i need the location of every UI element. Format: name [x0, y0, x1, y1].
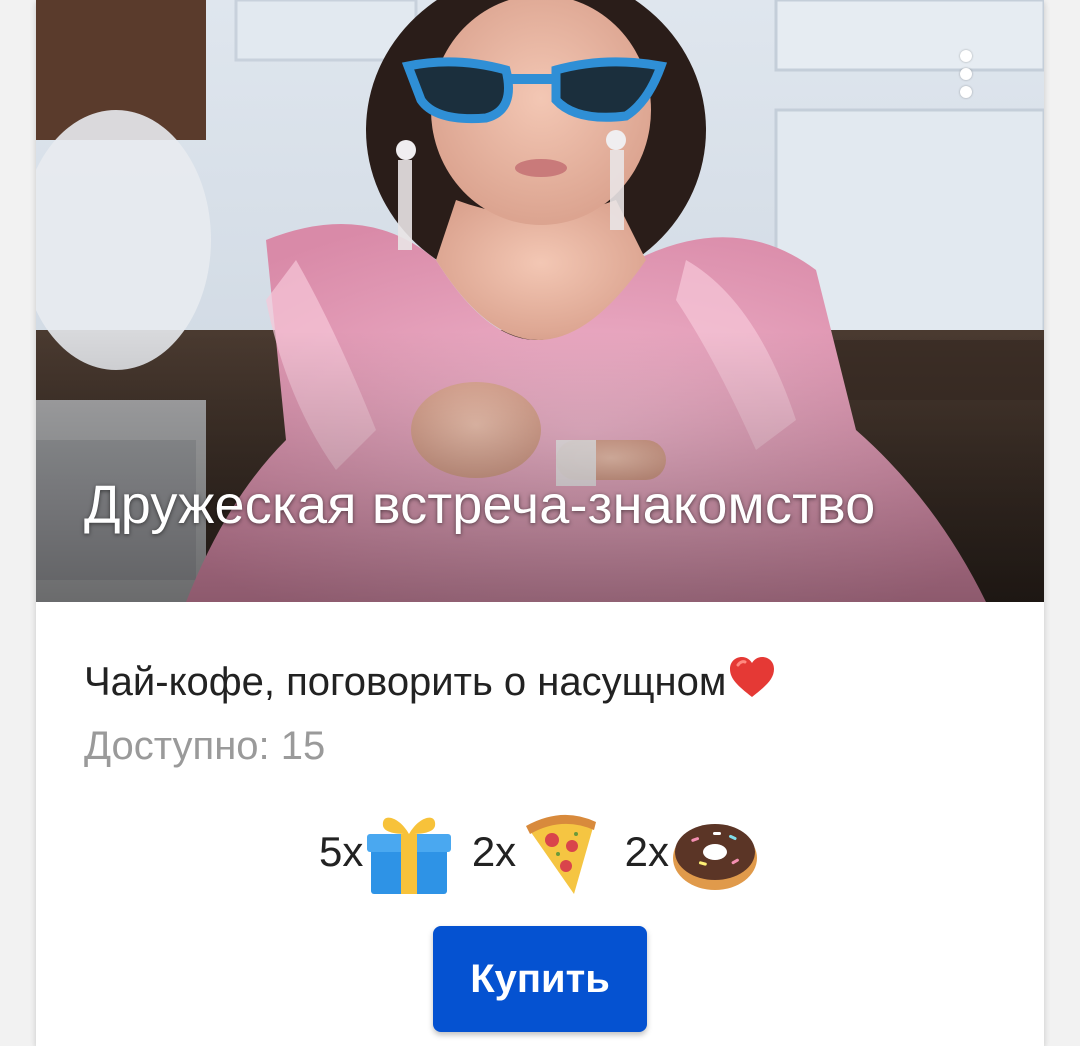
more-vert-icon-dot — [960, 68, 972, 80]
more-vert-icon — [960, 50, 972, 62]
event-cover-image[interactable]: Дружеская встреча-знакомство — [36, 0, 1044, 602]
more-options-button[interactable] — [946, 44, 986, 104]
event-description: Чай-кофе, поговорить о насущном — [84, 655, 776, 705]
event-title: Дружеская встреча-знакомство — [84, 475, 876, 535]
event-description-text: Чай-кофе, поговорить о насущном — [84, 660, 727, 704]
price-item-gift: 5x — [319, 806, 455, 898]
price-item-pizza: 2x — [472, 806, 608, 898]
more-vert-icon-dot — [960, 86, 972, 98]
price-qty: 2x — [471, 828, 517, 875]
heart-icon — [730, 657, 775, 697]
donut-icon — [672, 824, 757, 890]
price-qty: 2x — [624, 828, 669, 875]
price-item-donut: 2x — [625, 806, 761, 898]
event-card: Дружеская встреча-знакомство Чай-кофе, п… — [36, 0, 1044, 1046]
buy-button[interactable]: Купить — [433, 926, 647, 1032]
price-options: 5x 2x 2x — [36, 806, 1044, 902]
pizza-icon — [526, 814, 597, 894]
price-qty: 5x — [319, 828, 364, 875]
available-count: Доступно: 15 — [84, 724, 326, 768]
gift-icon — [367, 817, 452, 894]
